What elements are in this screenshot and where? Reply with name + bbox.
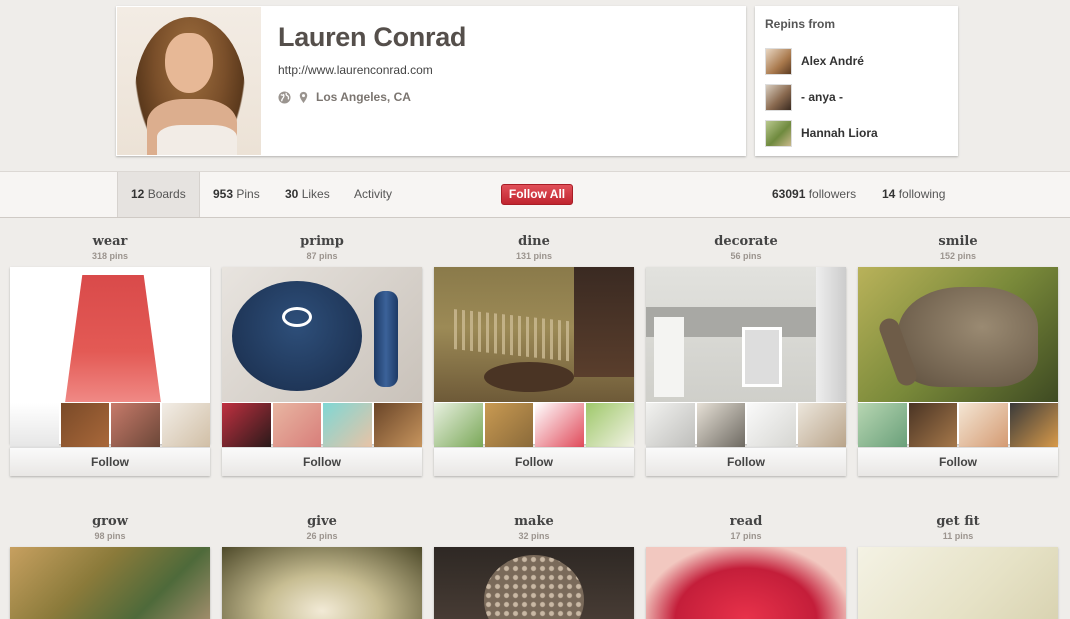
board-pin-count: 26 pins [306, 531, 338, 541]
board-thumbnails [858, 403, 1058, 447]
board-card[interactable] [434, 547, 634, 619]
board-card[interactable] [858, 547, 1058, 619]
repin-user-name: - anya - [801, 90, 844, 104]
board-grow[interactable]: grow 98 pins [10, 514, 210, 619]
board-pin-count: 32 pins [518, 531, 550, 541]
follow-board-button[interactable]: Follow [858, 447, 1058, 476]
repin-user[interactable]: Hannah Liora [765, 119, 878, 147]
board-title[interactable]: smile [858, 234, 1058, 250]
board-wear[interactable]: wear 318 pins Follow [10, 234, 210, 476]
board-primp[interactable]: primp 87 pins Follow [222, 234, 422, 476]
followers-link[interactable]: 63091 followers [759, 172, 869, 217]
board-cover-image[interactable] [858, 547, 1058, 619]
follow-board-button[interactable]: Follow [646, 447, 846, 476]
board-card[interactable]: Follow [222, 267, 422, 476]
board-read[interactable]: read 17 pins [646, 514, 846, 619]
board-card[interactable] [10, 547, 210, 619]
board-title[interactable]: read [646, 514, 846, 530]
follow-all-button[interactable]: Follow All [501, 184, 573, 205]
board-card[interactable]: Follow [434, 267, 634, 476]
board-pin-count: 11 pins [942, 531, 974, 541]
tab-likes[interactable]: 30 Likes [272, 172, 343, 217]
board-cover-image[interactable] [434, 547, 634, 619]
board-thumbnails [10, 403, 210, 447]
board-cover-image[interactable] [10, 547, 210, 619]
board-card[interactable] [222, 547, 422, 619]
repins-card: Repins from Alex André - anya - Hannah L… [755, 6, 958, 156]
location-pin-icon [299, 91, 308, 103]
follow-board-button[interactable]: Follow [10, 447, 210, 476]
profile-url-link[interactable]: http://www.laurenconrad.com [278, 63, 433, 77]
board-pin-count: 318 pins [91, 251, 129, 261]
board-pin-count: 98 pins [94, 531, 126, 541]
board-cover-image[interactable] [646, 267, 846, 402]
avatar [765, 47, 792, 75]
follow-board-button[interactable]: Follow [222, 447, 422, 476]
repin-user-name: Hannah Liora [801, 126, 878, 140]
board-card[interactable]: Follow [646, 267, 846, 476]
board-cover-image[interactable] [222, 267, 422, 402]
board-pin-count: 152 pins [939, 251, 977, 261]
board-pin-count: 17 pins [730, 531, 762, 541]
board-dine[interactable]: dine 131 pins Follow [434, 234, 634, 476]
board-decorate[interactable]: decorate 56 pins Follow [646, 234, 846, 476]
follow-board-button[interactable]: Follow [434, 447, 634, 476]
board-title[interactable]: decorate [646, 234, 846, 250]
profile-card: Lauren Conrad http://www.laurenconrad.co… [116, 6, 746, 156]
board-title[interactable]: get fit [858, 514, 1058, 530]
stats-bar: 12 Boards 953 Pins 30 Likes Activity Fol… [0, 171, 1070, 218]
profile-photo[interactable] [117, 7, 261, 155]
profile-name: Lauren Conrad [278, 22, 467, 52]
board-cover-image[interactable] [434, 267, 634, 402]
board-cover-image[interactable] [10, 267, 210, 402]
board-title[interactable]: wear [10, 234, 210, 250]
board-thumbnails [222, 403, 422, 447]
board-pin-count: 87 pins [306, 251, 338, 261]
tab-boards[interactable]: 12 Boards [117, 172, 200, 217]
board-card[interactable]: Follow [10, 267, 210, 476]
board-title[interactable]: make [434, 514, 634, 530]
board-cover-image[interactable] [646, 547, 846, 619]
globe-icon [278, 90, 291, 104]
board-title[interactable]: primp [222, 234, 422, 250]
repin-user-name: Alex André [801, 54, 864, 68]
avatar [765, 83, 792, 111]
board-give[interactable]: give 26 pins [222, 514, 422, 619]
board-thumbnails [434, 403, 634, 447]
board-pin-count: 131 pins [515, 251, 553, 261]
board-get-fit[interactable]: get fit 11 pins [858, 514, 1058, 619]
board-card[interactable] [646, 547, 846, 619]
board-title[interactable]: dine [434, 234, 634, 250]
following-link[interactable]: 14 following [869, 172, 958, 217]
board-make[interactable]: make 32 pins [434, 514, 634, 619]
board-cover-image[interactable] [222, 547, 422, 619]
tab-pins[interactable]: 953 Pins [200, 172, 273, 217]
board-title[interactable]: give [222, 514, 422, 530]
board-thumbnails [646, 403, 846, 447]
tab-activity[interactable]: Activity [341, 172, 405, 217]
board-pin-count: 56 pins [730, 251, 762, 261]
board-title[interactable]: grow [10, 514, 210, 530]
avatar [765, 119, 792, 147]
location-text: Los Angeles, CA [316, 90, 411, 104]
board-card[interactable]: Follow [858, 267, 1058, 476]
repin-user[interactable]: - anya - [765, 83, 843, 111]
repins-title: Repins from [765, 17, 836, 31]
repin-user[interactable]: Alex André [765, 47, 864, 75]
board-smile[interactable]: smile 152 pins Follow [858, 234, 1058, 476]
profile-location: Los Angeles, CA [278, 90, 411, 104]
board-cover-image[interactable] [858, 267, 1058, 402]
